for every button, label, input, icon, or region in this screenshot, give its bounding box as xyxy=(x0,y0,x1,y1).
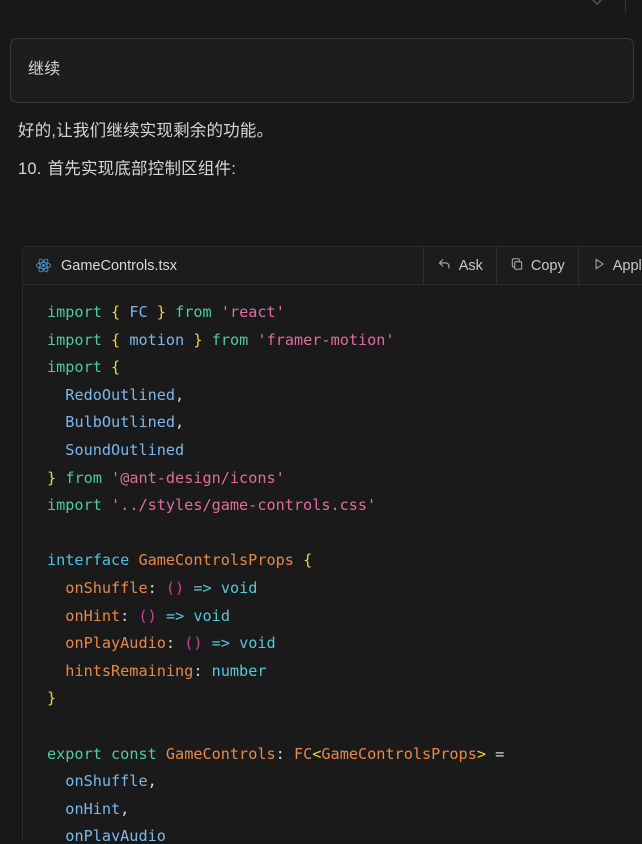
list-item-number: 10. xyxy=(18,160,42,178)
user-prompt-text: 继续 xyxy=(28,61,61,78)
react-icon xyxy=(35,257,52,274)
chevron-collapse-icon[interactable] xyxy=(587,0,607,11)
copy-button-label: Copy xyxy=(530,257,565,274)
code-file-label: GameControls.tsx xyxy=(23,247,423,284)
top-toolbar-strip xyxy=(0,0,642,18)
list-item-text: 首先实现底部控制区组件: xyxy=(47,160,237,178)
response-paragraph: 好的,让我们继续实现剩余的功能。 xyxy=(18,122,274,140)
source-code: import { FC } from 'react' import { moti… xyxy=(47,303,505,844)
toolbar-divider xyxy=(625,0,626,13)
copy-button[interactable]: Copy xyxy=(495,247,578,284)
ordered-list-item: 10. 首先实现底部控制区组件: xyxy=(0,156,642,182)
code-block: GameControls.tsx Ask Copy Appl import {… xyxy=(22,246,642,844)
reply-arrow-icon xyxy=(437,256,452,275)
code-content-area[interactable]: import { FC } from 'react' import { moti… xyxy=(23,285,642,844)
code-filename-text: GameControls.tsx xyxy=(61,257,178,274)
user-prompt-box[interactable]: 继续 xyxy=(10,38,634,103)
code-block-header: GameControls.tsx Ask Copy Appl xyxy=(23,247,642,285)
play-triangle-icon xyxy=(592,257,606,275)
apply-button[interactable]: Apply xyxy=(577,247,642,284)
copy-icon xyxy=(510,257,524,275)
apply-button-label: Apply xyxy=(612,257,642,274)
assistant-response: 好的,让我们继续实现剩余的功能。 10. 首先实现底部控制区组件: xyxy=(0,118,642,182)
ask-button-label: Ask xyxy=(458,257,483,274)
ask-button[interactable]: Ask xyxy=(422,247,496,284)
